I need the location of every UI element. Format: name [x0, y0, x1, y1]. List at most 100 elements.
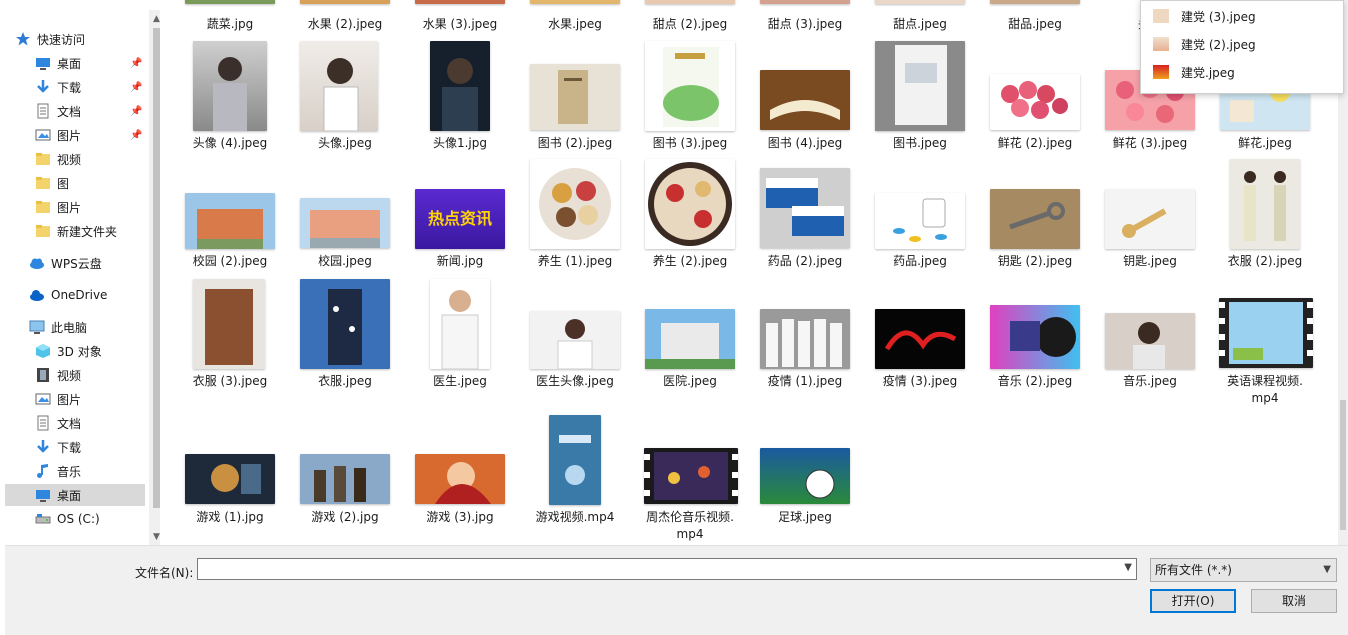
file-item[interactable]: 甜点.jpeg — [862, 0, 978, 34]
file-item[interactable]: 英语课程视频. mp4 — [1207, 278, 1323, 408]
file-item[interactable]: 医生.jpeg — [402, 278, 518, 394]
filetype-select[interactable]: 所有文件 (*.*) ▼ — [1150, 558, 1337, 582]
nav-pc-drive-c[interactable]: OS (C:) — [35, 508, 145, 530]
popup-item[interactable]: 建党.jpeg — [1153, 61, 1235, 83]
file-item[interactable]: 头像 (4).jpeg — [172, 40, 288, 156]
file-name: 疫情 (1).jpeg — [767, 374, 843, 388]
file-item[interactable]: 图书.jpeg — [862, 40, 978, 156]
file-item[interactable]: 药品 (2).jpeg — [747, 158, 863, 274]
pin-icon: 📌 — [130, 106, 143, 117]
file-name-ext: mp4 — [676, 527, 704, 541]
nav-label: 新建文件夹 — [57, 224, 118, 239]
file-name: 水果 (2).jpeg — [307, 17, 383, 31]
file-item[interactable]: 周杰伦音乐视频. mp4 — [632, 414, 748, 544]
file-item[interactable]: 游戏 (1).jpg — [172, 414, 288, 530]
file-item[interactable]: 衣服.jpeg — [287, 278, 403, 394]
nav-label: 文档 — [57, 104, 82, 119]
file-item[interactable]: 甜点 (2).jpeg — [632, 0, 748, 34]
file-item[interactable]: 蔬菜.jpg — [172, 0, 288, 34]
nav-item-folder-tu[interactable]: 图 — [35, 172, 145, 194]
file-item[interactable]: 医生头像.jpeg — [517, 278, 633, 394]
recent-files-popup: 建党 (3).jpeg 建党 (2).jpeg 建党.jpeg — [1140, 0, 1344, 94]
file-item[interactable]: 养生 (2).jpeg — [632, 158, 748, 274]
file-name: 水果 (3).jpeg — [422, 17, 498, 31]
video-icon — [35, 367, 51, 383]
file-item[interactable]: 热点资讯 新闻.jpg — [402, 158, 518, 274]
file-item[interactable]: 游戏 (3).jpg — [402, 414, 518, 530]
filename-input[interactable]: ▼ — [197, 558, 1137, 580]
drive-icon — [35, 511, 51, 527]
file-name: 图书 (4).jpeg — [767, 136, 843, 150]
scroll-up-icon[interactable]: ▲ — [153, 14, 160, 24]
file-item[interactable]: 疫情 (1).jpeg — [747, 278, 863, 394]
file-item[interactable]: 音乐 (2).jpeg — [977, 278, 1093, 394]
nav-pc-downloads[interactable]: 下载 — [35, 436, 145, 458]
file-item[interactable]: 图书 (4).jpeg — [747, 40, 863, 156]
file-name: 甜点.jpeg — [893, 17, 947, 31]
file-item[interactable]: 足球.jpeg — [747, 414, 863, 530]
file-item[interactable]: 图书 (2).jpeg — [517, 40, 633, 156]
open-button[interactable]: 打开(O) — [1150, 589, 1236, 613]
nav-pc-music[interactable]: 音乐 — [35, 460, 145, 482]
nav-item-folder-video[interactable]: 视频 — [35, 148, 145, 170]
nav-pc-documents[interactable]: 文档 — [35, 412, 145, 434]
file-item[interactable]: 头像1.jpg — [402, 40, 518, 156]
nav-quick-access[interactable]: 快速访问 — [15, 28, 155, 50]
nav-item-documents[interactable]: 文档 — [35, 100, 145, 122]
file-item[interactable]: 校园 (2).jpeg — [172, 158, 288, 274]
nav-item-new-folder[interactable]: 新建文件夹 — [35, 220, 145, 242]
file-item[interactable]: 水果 (2).jpeg — [287, 0, 403, 34]
nav-item-folder-pictures[interactable]: 图片 — [35, 196, 145, 218]
file-item[interactable]: 衣服 (3).jpeg — [172, 278, 288, 394]
image-icon — [1153, 37, 1169, 51]
nav-wps-cloud[interactable]: WPS云盘 — [29, 252, 145, 274]
file-name: 英语课程视频. — [1227, 374, 1303, 388]
nav-item-downloads[interactable]: 下载 — [35, 76, 145, 98]
onedrive-icon — [29, 287, 45, 303]
scroll-down-icon[interactable]: ▼ — [153, 532, 160, 542]
file-item[interactable]: 水果.jpeg — [517, 0, 633, 34]
file-item[interactable]: 养生 (1).jpeg — [517, 158, 633, 274]
nav-label: 此电脑 — [51, 320, 88, 335]
file-item[interactable]: 医院.jpeg — [632, 278, 748, 394]
image-icon — [1153, 65, 1169, 79]
file-item[interactable]: 音乐.jpeg — [1092, 278, 1208, 394]
nav-item-desktop[interactable]: 桌面 — [35, 52, 145, 74]
file-item[interactable]: 头像.jpeg — [287, 40, 403, 156]
nav-pc-desktop[interactable]: 桌面 — [5, 484, 145, 506]
cloud-icon — [29, 255, 45, 271]
file-item[interactable]: 药品.jpeg — [862, 158, 978, 274]
nav-onedrive[interactable]: OneDrive — [29, 284, 145, 306]
file-item[interactable]: 水果 (3).jpeg — [402, 0, 518, 34]
file-name: 水果.jpeg — [548, 17, 602, 31]
cancel-button[interactable]: 取消 — [1251, 589, 1337, 613]
chevron-down-icon[interactable]: ▼ — [1124, 562, 1132, 573]
pin-icon: 📌 — [130, 82, 143, 93]
popup-item[interactable]: 建党 (3).jpeg — [1153, 5, 1256, 27]
filetype-value: 所有文件 (*.*) — [1155, 563, 1232, 577]
file-item[interactable]: 校园.jpeg — [287, 158, 403, 274]
image-icon — [1153, 9, 1169, 23]
popup-item[interactable]: 建党 (2).jpeg — [1153, 33, 1256, 55]
file-item[interactable]: 甜品.jpeg — [977, 0, 1093, 34]
nav-pc-pictures[interactable]: 图片 — [35, 388, 145, 410]
file-name: 新闻.jpg — [436, 254, 484, 268]
file-name: 游戏 (3).jpg — [426, 510, 494, 524]
file-item[interactable]: 游戏 (2).jpg — [287, 414, 403, 530]
nav-label: 图片 — [57, 200, 82, 215]
file-item[interactable]: 甜点 (3).jpeg — [747, 0, 863, 34]
file-item[interactable]: 游戏视频.mp4 — [517, 414, 633, 530]
file-item[interactable]: 疫情 (3).jpeg — [862, 278, 978, 394]
nav-pc-videos[interactable]: 视频 — [35, 364, 145, 386]
nav-pc-3d-objects[interactable]: 3D 对象 — [35, 340, 145, 362]
nav-this-pc[interactable]: 此电脑 — [29, 316, 145, 338]
file-list-scrollbar-thumb[interactable] — [1340, 400, 1346, 530]
sidebar-scrollbar-thumb[interactable] — [153, 28, 160, 508]
file-item[interactable]: 衣服 (2).jpeg — [1207, 158, 1323, 274]
file-item[interactable]: 钥匙 (2).jpeg — [977, 158, 1093, 274]
file-item[interactable]: 钥匙.jpeg — [1092, 158, 1208, 274]
nav-item-pictures[interactable]: 图片 — [35, 124, 145, 146]
filename-label: 文件名(N): — [135, 566, 194, 580]
file-item[interactable]: 鲜花 (2).jpeg — [977, 40, 1093, 156]
file-item[interactable]: 图书 (3).jpeg — [632, 40, 748, 156]
